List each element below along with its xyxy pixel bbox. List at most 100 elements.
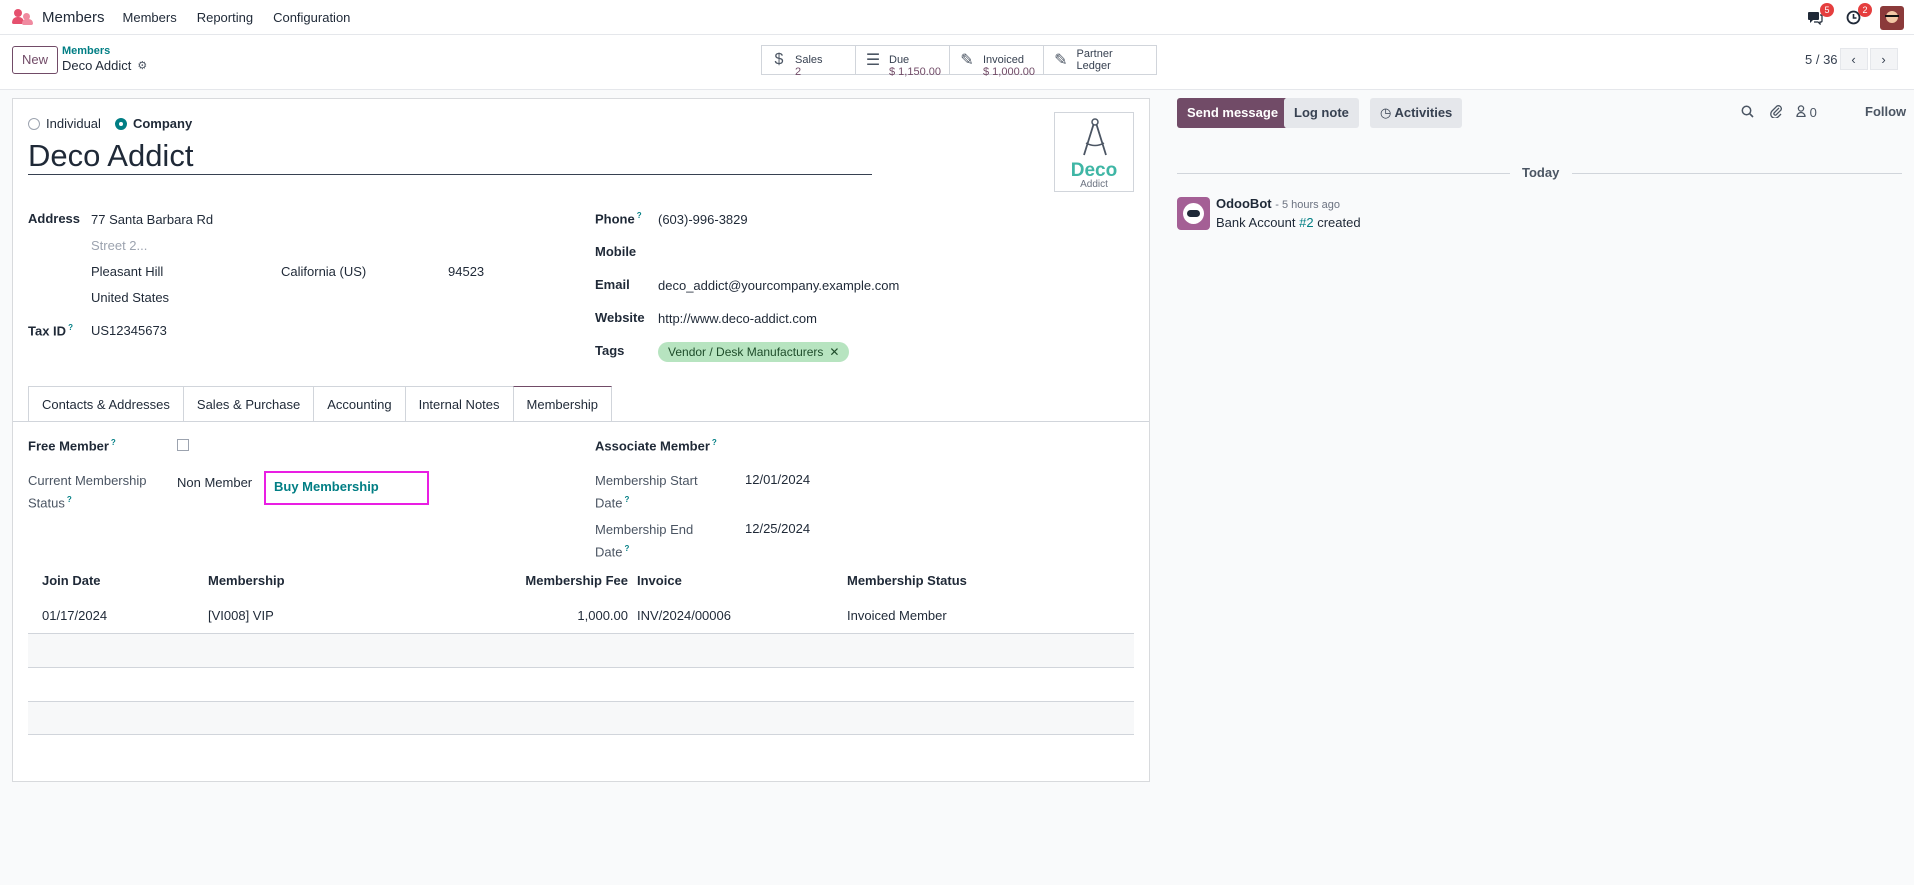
activity-clock-icon[interactable]: 2 — [1842, 2, 1872, 29]
clock-icon: ◷ — [1380, 105, 1395, 120]
help-icon[interactable]: ? — [624, 544, 629, 553]
column-membership-fee[interactable]: Membership Fee — [525, 563, 628, 599]
tab-membership[interactable]: Membership — [512, 386, 613, 421]
free-member-label: Free Member? — [28, 438, 116, 454]
column-membership-status[interactable]: Membership Status — [847, 563, 967, 599]
membership-start-date-value: 12/01/2024 — [745, 472, 811, 487]
empty-table-row — [28, 667, 1134, 701]
help-icon[interactable]: ? — [712, 438, 717, 447]
membership-status-value: Non Member — [177, 475, 253, 490]
members-app-icon — [12, 9, 34, 25]
activities-badge: 2 — [1858, 2, 1872, 17]
help-icon[interactable]: ? — [624, 495, 629, 504]
previous-record-button[interactable]: ‹ — [1839, 48, 1868, 70]
followers-button[interactable]: 0 — [1796, 105, 1817, 120]
help-icon[interactable]: ? — [67, 495, 72, 504]
type-individual-option[interactable]: Individual — [28, 116, 101, 131]
compass-logo-icon — [1083, 118, 1107, 156]
column-join-date[interactable]: Join Date — [42, 563, 101, 599]
column-membership[interactable]: Membership — [208, 563, 285, 599]
breadcrumb-current: Deco Addict — [62, 58, 132, 73]
help-icon[interactable]: ? — [111, 438, 116, 447]
menu-reporting[interactable]: Reporting — [197, 10, 253, 25]
company-radio[interactable] — [114, 117, 127, 130]
membership-end-date-value: 12/25/2024 — [745, 521, 811, 536]
tab-accounting[interactable]: Accounting — [313, 386, 406, 421]
state-field[interactable]: California (US) — [281, 264, 366, 279]
user-icon — [1796, 105, 1810, 120]
bank-account-link[interactable]: #2 — [1299, 215, 1313, 230]
search-icon[interactable] — [1741, 105, 1754, 121]
breadcrumb: Members Deco Addict ⚙ — [62, 45, 147, 73]
messaging-icon[interactable]: 5 — [1804, 2, 1834, 29]
follow-button[interactable]: Follow — [1865, 104, 1906, 119]
list-icon: ☰ — [865, 52, 881, 69]
remove-tag-icon[interactable]: ✕ — [829, 342, 839, 362]
phone-label: Phone? — [595, 211, 642, 227]
street-field[interactable]: 77 Santa Barbara Rd — [91, 212, 213, 227]
sales-smart-button[interactable]: $ Sales 2 — [762, 46, 856, 78]
email-field[interactable]: deco_addict@yourcompany.example.com — [658, 278, 899, 293]
website-label: Website — [595, 310, 645, 325]
menu-members[interactable]: Members — [123, 10, 177, 25]
column-invoice[interactable]: Invoice — [637, 563, 682, 599]
breadcrumb-parent[interactable]: Members — [62, 45, 147, 57]
associate-member-label: Associate Member? — [595, 438, 717, 454]
new-button[interactable]: New — [12, 46, 58, 74]
send-message-button[interactable]: Send message — [1177, 98, 1289, 128]
pager: 5 / 36 ‹ › — [1805, 48, 1898, 70]
due-smart-button[interactable]: ☰ Due $ 1,150.00 — [856, 46, 950, 78]
message-time: - 5 hours ago — [1275, 199, 1341, 211]
menu-configuration[interactable]: Configuration — [273, 10, 350, 25]
invoiced-smart-button[interactable]: ✎ Invoiced $ 1,000.00 — [950, 46, 1044, 78]
gear-icon[interactable]: ⚙ — [137, 59, 147, 72]
activities-button[interactable]: ◷ Activities — [1370, 98, 1463, 128]
tab-internal-notes[interactable]: Internal Notes — [404, 386, 514, 421]
tax-id-field[interactable]: US12345673 — [91, 323, 167, 338]
control-panel: New Members Deco Addict ⚙ $ Sales 2 ☰ Due… — [0, 35, 1914, 90]
tax-id-label: Tax ID? — [28, 323, 73, 339]
phone-field[interactable]: (603)-996-3829 — [658, 212, 748, 227]
tag-badge[interactable]: Vendor / Desk Manufacturers ✕ — [658, 342, 850, 362]
user-avatar[interactable] — [1880, 5, 1904, 30]
buy-membership-button[interactable]: Buy Membership — [264, 471, 429, 505]
membership-lines-table: Join Date Membership Membership Fee Invo… — [28, 563, 1134, 735]
date-divider: Today — [1177, 165, 1902, 181]
email-label: Email — [595, 277, 630, 292]
chatter-panel: Send message Log note ◷ Activities 0 Fol… — [1165, 90, 1914, 885]
tab-sales-purchase[interactable]: Sales & Purchase — [182, 386, 315, 421]
edit-icon: ✎ — [960, 52, 974, 69]
notebook-tabs: Contacts & Addresses Sales & Purchase Ac… — [28, 386, 613, 421]
mobile-label: Mobile — [595, 244, 637, 259]
individual-radio[interactable] — [28, 117, 40, 130]
message-body: Bank Account #2 created — [1216, 215, 1361, 230]
partner-name-input[interactable]: Deco Addict — [28, 137, 872, 175]
partner-ledger-smart-button[interactable]: ✎ Partner Ledger — [1044, 46, 1156, 74]
smart-buttons: $ Sales 2 ☰ Due $ 1,150.00 ✎ Invoiced $ 1,0… — [761, 45, 1157, 78]
help-icon[interactable]: ? — [637, 211, 642, 220]
tab-contacts-addresses[interactable]: Contacts & Addresses — [28, 386, 184, 421]
type-company-option[interactable]: Company — [114, 116, 192, 131]
message-author[interactable]: OdooBot — [1216, 196, 1272, 211]
free-member-checkbox[interactable] — [177, 439, 189, 451]
help-icon[interactable]: ? — [68, 323, 73, 332]
followers-count: 0 — [1809, 105, 1817, 120]
website-field[interactable]: http://www.deco-addict.com — [658, 311, 817, 326]
company-logo[interactable]: Deco Addict — [1054, 112, 1134, 192]
dollar-icon: $ — [774, 51, 784, 68]
city-field[interactable]: Pleasant Hill — [91, 264, 163, 279]
street2-field[interactable]: Street 2... — [91, 238, 147, 253]
odoobot-avatar[interactable] — [1177, 197, 1210, 230]
zip-field[interactable]: 94523 — [448, 264, 484, 279]
pager-value[interactable]: 5 / 36 — [1805, 52, 1838, 67]
address-label: Address — [28, 211, 81, 226]
top-navbar: Members Members Reporting Configuration … — [0, 0, 1914, 35]
app-name: Members — [42, 8, 105, 26]
empty-table-row — [28, 701, 1134, 735]
log-note-button[interactable]: Log note — [1284, 98, 1359, 128]
country-field[interactable]: United States — [91, 290, 169, 305]
table-row[interactable]: 01/17/2024 [VI008] VIP 1,000.00 INV/2024… — [28, 599, 1134, 633]
next-record-button[interactable]: › — [1869, 48, 1898, 70]
app-brand[interactable]: Members — [12, 9, 105, 26]
paperclip-icon[interactable] — [1770, 104, 1782, 121]
